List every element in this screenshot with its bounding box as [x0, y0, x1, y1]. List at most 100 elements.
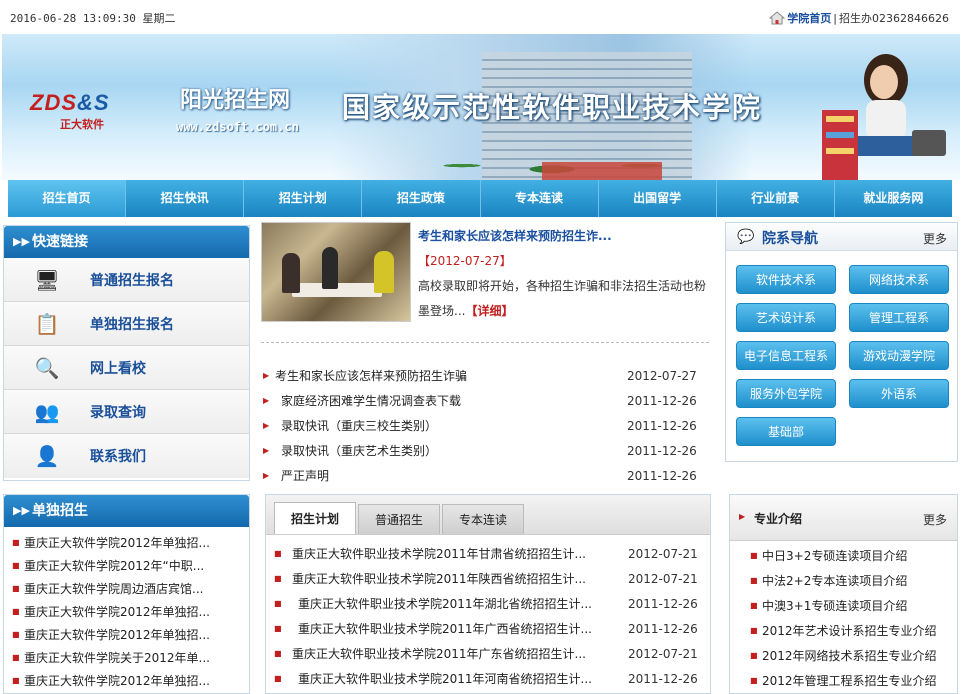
list-item[interactable]: ■ 重庆正大软件学院2012年单独招...: [10, 600, 249, 623]
form-icon: 📋: [34, 311, 60, 336]
bullet-icon: ▶: [263, 471, 270, 480]
dept-foundation[interactable]: 基础部: [736, 417, 836, 446]
news-title[interactable]: 录取快讯（重庆艺术生类别）: [275, 442, 627, 459]
tab-admissions-plan[interactable]: 招生计划: [274, 502, 357, 534]
list-item-title[interactable]: 重庆正大软件学院周边酒店宾馆...: [24, 580, 249, 597]
list-item[interactable]: ■ 2012年管理工程系招生专业介绍: [748, 668, 957, 693]
dept-outsourcing[interactable]: 服务外包学院: [736, 379, 836, 408]
list-item[interactable]: ■ 重庆正大软件学院周边酒店宾馆...: [10, 577, 249, 600]
home-icon[interactable]: [769, 11, 786, 25]
news-item[interactable]: ▶ 考生和家长应该怎样来预防招生诈骗 2012-07-27: [261, 363, 709, 388]
quick-links-title: 快速链接: [32, 234, 88, 250]
tab-general-admission[interactable]: 普通招生: [358, 504, 441, 534]
list-item[interactable]: ■ 2012年艺术设计系招生专业介绍: [748, 618, 957, 643]
independent-admission-title: 单独招生: [32, 503, 88, 519]
list-item[interactable]: ■ 重庆正大软件职业技术学院2011年广东省统招招生计... 2012-07-21: [272, 641, 710, 666]
list-item-title[interactable]: 中澳3+1专硕连读项目介绍: [762, 597, 957, 614]
list-item-title[interactable]: 重庆正大软件职业技术学院2011年广西省统招招生计...: [286, 620, 628, 637]
dept-foreign-language[interactable]: 外语系: [849, 379, 949, 408]
bullet-icon: ■: [12, 584, 20, 593]
list-item[interactable]: ■ 重庆正大软件职业技术学院2011年湖北省统招招生计... 2011-12-26: [272, 591, 710, 616]
news-item[interactable]: ▶ 严正声明 2011-12-26: [261, 463, 709, 488]
quick-link-campus-tour[interactable]: 🔍 网上看校: [4, 346, 249, 390]
list-item[interactable]: ■ 重庆正大软件学院关于2012年单...: [10, 646, 249, 669]
list-item[interactable]: ■ 重庆正大软件学院2012年“中职...: [10, 554, 249, 577]
nav-admissions-plan[interactable]: 招生计划: [244, 180, 363, 217]
nav-bachelor-program[interactable]: 专本连读: [480, 180, 599, 217]
department-more-link[interactable]: 更多: [923, 230, 947, 247]
list-item-title[interactable]: 中法2+2专本连读项目介绍: [762, 572, 957, 589]
news-item[interactable]: ▶ 录取快讯（重庆艺术生类别） 2011-12-26: [261, 438, 709, 463]
bullet-icon: ▶: [263, 421, 270, 430]
contact-icon: 👤: [34, 444, 60, 468]
dept-management-engineering[interactable]: 管理工程系: [849, 303, 949, 332]
list-item-title[interactable]: 重庆正大软件学院2012年单独招...: [24, 672, 249, 689]
nav-admissions-policy[interactable]: 招生政策: [362, 180, 481, 217]
news-item[interactable]: ▶ 家庭经济困难学生情况调查表下载 2011-12-26: [261, 388, 709, 413]
bullet-icon: ▶: [263, 396, 270, 405]
featured-news-title[interactable]: 考生和家长应该怎样来预防招生诈...: [418, 227, 612, 244]
list-item-title[interactable]: 重庆正大软件职业技术学院2011年甘肃省统招招生计...: [286, 545, 628, 562]
news-title[interactable]: 家庭经济困难学生情况调查表下载: [275, 392, 627, 409]
news-title[interactable]: 考生和家长应该怎样来预防招生诈骗: [275, 367, 627, 384]
dept-electronic-info[interactable]: 电子信息工程系: [736, 341, 836, 370]
list-item[interactable]: ■ 重庆正大软件职业技术学院2011年广西省统招招生计... 2011-12-26: [272, 616, 710, 641]
bullet-icon: ▶: [739, 512, 746, 521]
quick-link-admission-query[interactable]: 👥 录取查询: [4, 390, 249, 434]
featured-news-photo[interactable]: [261, 222, 411, 322]
bullet-icon: ■: [12, 676, 20, 685]
banner-red-sign: [542, 162, 662, 180]
dept-game-animation[interactable]: 游戏动漫学院: [849, 341, 949, 370]
quick-link-general-registration[interactable]: 🖥 普通招生报名: [4, 258, 249, 302]
list-item-title[interactable]: 重庆正大软件学院2012年单独招...: [24, 626, 249, 643]
list-item-title[interactable]: 2012年网络技术系招生专业介绍: [762, 647, 957, 664]
college-home-link[interactable]: 学院首页: [787, 10, 831, 26]
zds-logo[interactable]: ZDS&S: [30, 90, 110, 116]
list-item-title[interactable]: 重庆正大软件学院2012年“中职...: [24, 557, 249, 574]
magnifier-icon: 🔍: [34, 355, 60, 380]
quick-link-contact-us[interactable]: 👤 联系我们: [4, 434, 249, 478]
news-item[interactable]: ▶ 录取快讯（重庆三校生类别） 2011-12-26: [261, 413, 709, 438]
list-item[interactable]: ■ 重庆正大软件职业技术学院2011年陕西省统招招生计... 2012-07-21: [272, 566, 710, 591]
dept-software-tech[interactable]: 软件技术系: [736, 265, 836, 294]
list-item[interactable]: ■ 重庆正大软件学院2012年单独招...: [10, 623, 249, 646]
list-item-title[interactable]: 重庆正大软件职业技术学院2011年湖北省统招招生计...: [286, 595, 628, 612]
news-date: 2012-07-27: [627, 368, 697, 383]
bullet-icon: ■: [750, 676, 758, 685]
major-more-link[interactable]: 更多: [923, 511, 947, 528]
list-item-title[interactable]: 重庆正大软件学院2012年单独招...: [24, 534, 249, 551]
featured-news-more-link[interactable]: 【详细】: [465, 304, 513, 318]
nav-industry-outlook[interactable]: 行业前景: [716, 180, 835, 217]
list-item-title[interactable]: 中日3+2专硕连读项目介绍: [762, 547, 957, 564]
quick-link-independent-registration[interactable]: 📋 单独招生报名: [4, 302, 249, 346]
list-item-title[interactable]: 重庆正大软件职业技术学院2011年河南省统招招生计...: [286, 670, 628, 687]
list-item-title[interactable]: 2012年管理工程系招生专业介绍: [762, 672, 957, 689]
news-title[interactable]: 严正声明: [275, 467, 627, 484]
featured-news-date: 【2012-07-27】: [418, 254, 512, 268]
nav-admissions-news[interactable]: 招生快讯: [126, 180, 245, 217]
list-item[interactable]: ■ 重庆正大软件职业技术学院2011年河南省统招招生计... 2011-12-26: [272, 666, 710, 691]
nav-study-abroad[interactable]: 出国留学: [598, 180, 717, 217]
list-item-title[interactable]: 重庆正大软件学院2012年单独招...: [24, 603, 249, 620]
list-item[interactable]: ■ 中日3+2专硕连读项目介绍: [748, 543, 957, 568]
tab-bachelor-program[interactable]: 专本连读: [442, 504, 525, 534]
list-item-title[interactable]: 重庆正大软件职业技术学院2011年陕西省统招招生计...: [286, 570, 628, 587]
nav-employment-service[interactable]: 就业服务网: [834, 180, 952, 217]
list-item[interactable]: ■ 重庆正大软件学院2012年单独招...: [10, 669, 249, 692]
dept-network-tech[interactable]: 网络技术系: [849, 265, 949, 294]
list-item-title[interactable]: 重庆正大软件学院关于2012年单...: [24, 649, 249, 666]
news-title[interactable]: 录取快讯（重庆三校生类别）: [275, 417, 627, 434]
bullet-icon: ■: [274, 574, 282, 583]
nav-admissions-home[interactable]: 招生首页: [8, 180, 127, 217]
list-item[interactable]: ■ 中澳3+1专硕连读项目介绍: [748, 593, 957, 618]
list-item[interactable]: ■ 重庆正大软件职业技术学院2011年甘肃省统招招生计... 2012-07-21: [272, 541, 710, 566]
list-item[interactable]: ■ 2012年网络技术系招生专业介绍: [748, 643, 957, 668]
dept-art-design[interactable]: 艺术设计系: [736, 303, 836, 332]
bullet-icon: ■: [12, 607, 20, 616]
list-item-title[interactable]: 2012年艺术设计系招生专业介绍: [762, 622, 957, 639]
list-item[interactable]: ■ 重庆正大软件学院2012年单独招...: [10, 531, 249, 554]
list-item[interactable]: ■ 中法2+2专本连读项目介绍: [748, 568, 957, 593]
quick-link-label: 网上看校: [90, 360, 146, 377]
list-item-title[interactable]: 重庆正大软件职业技术学院2011年广东省统招招生计...: [286, 645, 628, 662]
bullet-icon: ■: [750, 551, 758, 560]
